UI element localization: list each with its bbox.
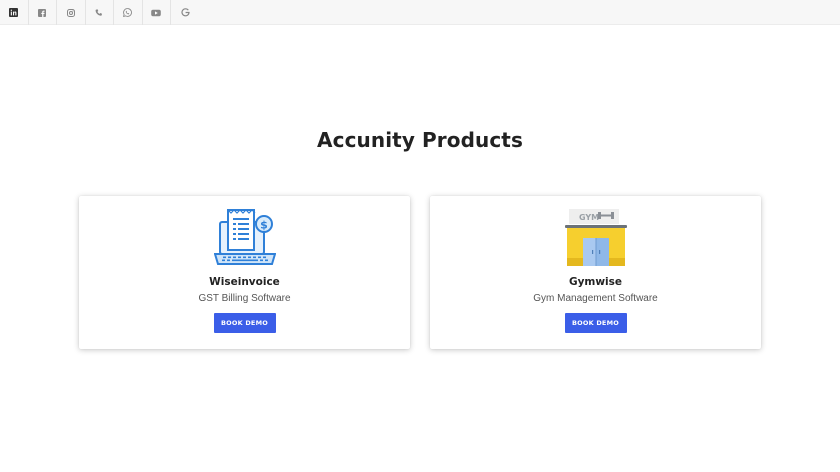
google-icon (181, 8, 190, 17)
youtube-icon (151, 9, 162, 16)
product-name: Gymwise (568, 276, 623, 288)
youtube-link[interactable] (143, 0, 171, 25)
gym-sign-text: GYM (579, 213, 599, 222)
whatsapp-icon (123, 8, 133, 17)
phone-link[interactable] (86, 0, 114, 25)
product-name: Wiseinvoice (209, 276, 280, 288)
product-description: GST Billing Software (198, 293, 291, 304)
whatsapp-link[interactable] (114, 0, 143, 25)
linkedin-link[interactable] (0, 0, 29, 25)
product-card-wiseinvoice: $ Wiseinvoice GST Billing Software BOOK … (79, 196, 410, 349)
product-card-gymwise: GYM Gymwise Gym Management Software BOOK… (430, 196, 761, 349)
gym-building-icon: GYM (564, 209, 627, 266)
svg-text:$: $ (260, 219, 268, 232)
product-description: Gym Management Software (533, 293, 658, 304)
book-demo-button-gymwise[interactable]: BOOK DEMO (564, 313, 627, 333)
section-title: Accunity Products (317, 128, 523, 152)
instagram-link[interactable] (57, 0, 86, 25)
phone-icon (95, 8, 103, 16)
linkedin-icon (9, 8, 19, 17)
social-bar (0, 0, 840, 25)
instagram-icon (66, 8, 75, 17)
facebook-icon (38, 8, 47, 17)
google-link[interactable] (171, 0, 200, 25)
book-demo-button-wiseinvoice[interactable]: BOOK DEMO (213, 313, 276, 333)
laptop-invoice-icon: $ (213, 209, 276, 265)
facebook-link[interactable] (29, 0, 57, 25)
